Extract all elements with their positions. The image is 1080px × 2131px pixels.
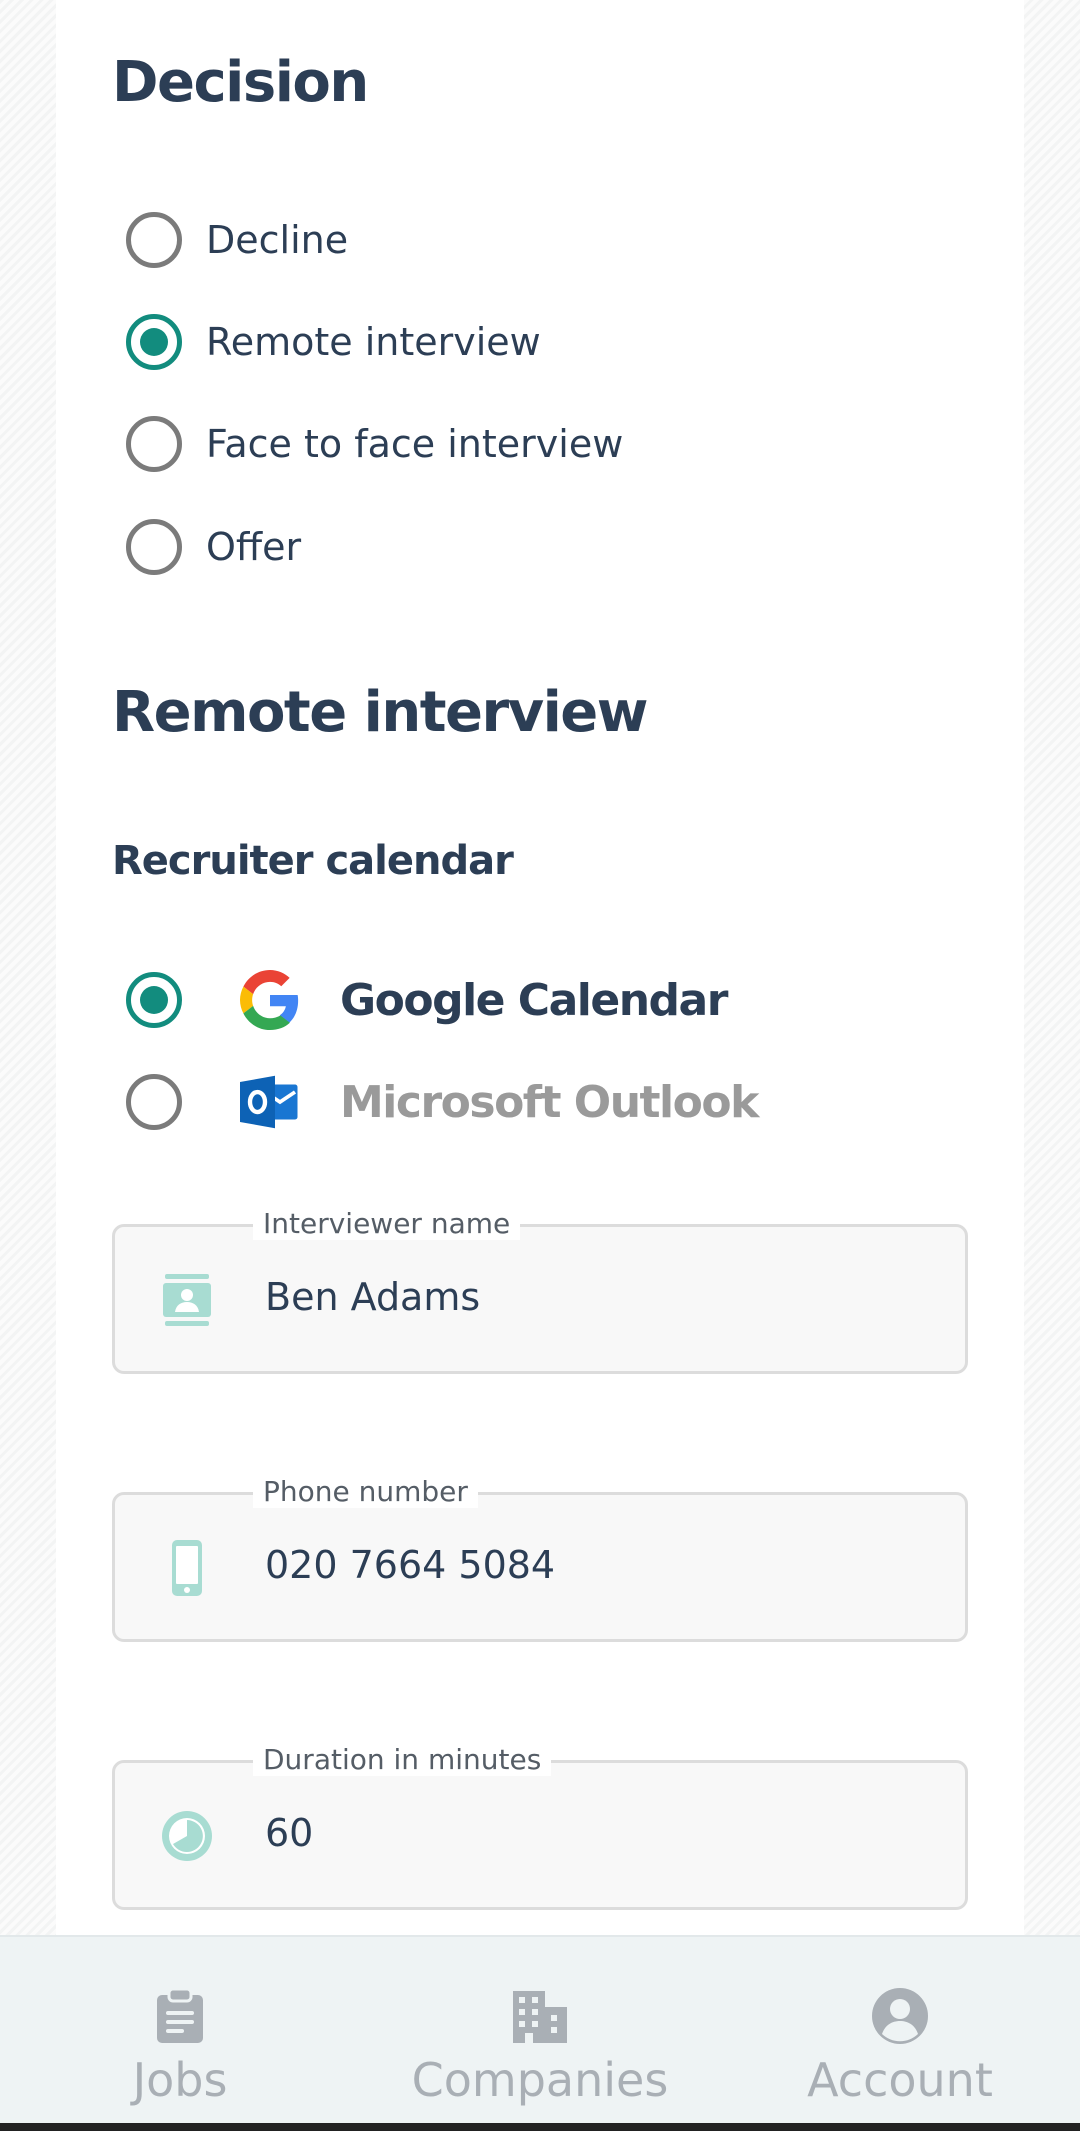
system-gesture-bar: [0, 2123, 1080, 2131]
radio-unchecked[interactable]: [126, 212, 182, 268]
decision-heading: Decision: [112, 50, 369, 115]
duration-field[interactable]: Duration in minutes 60: [112, 1743, 968, 1910]
radio-label: Offer: [206, 525, 302, 569]
field-label: Duration in minutes: [253, 1743, 552, 1776]
clipboard-icon: [157, 1987, 203, 2043]
calendar-option-google[interactable]: Google Calendar: [126, 970, 728, 1030]
nav-label: Jobs: [132, 2053, 228, 2107]
nav-label: Account: [807, 2053, 993, 2107]
field-label: Interviewer name: [253, 1207, 521, 1240]
field-label: Phone number: [253, 1475, 478, 1508]
calendar-option-outlook[interactable]: Microsoft Outlook: [126, 1072, 759, 1132]
radio-unchecked[interactable]: [126, 519, 182, 575]
radio-label: Decline: [206, 218, 349, 262]
radio-unchecked[interactable]: [126, 1074, 182, 1130]
phone-number-field[interactable]: Phone number 020 7664 5084: [112, 1475, 968, 1642]
duration-value[interactable]: 60: [265, 1811, 313, 1855]
decision-option-remote-interview[interactable]: Remote interview: [126, 312, 541, 372]
user-circle-icon: [872, 1988, 928, 2044]
outlook-logo-icon: [240, 1075, 298, 1129]
decision-option-face-to-face[interactable]: Face to face interview: [126, 414, 623, 474]
radio-label: Remote interview: [206, 320, 541, 364]
interviewer-name-field[interactable]: Interviewer name Ben Adams: [112, 1207, 968, 1374]
nav-item-account[interactable]: Account: [750, 1987, 1050, 2107]
radio-unchecked[interactable]: [126, 416, 182, 472]
nav-item-companies[interactable]: Companies: [390, 1987, 690, 2107]
nav-item-jobs[interactable]: Jobs: [30, 1987, 330, 2107]
recruiter-calendar-heading: Recruiter calendar: [112, 838, 514, 884]
mobile-phone-icon: [172, 1540, 202, 1596]
radio-checked[interactable]: [126, 314, 182, 370]
calendar-label: Google Calendar: [340, 974, 728, 1026]
decision-option-offer[interactable]: Offer: [126, 517, 301, 577]
contact-card-icon: [163, 1274, 211, 1326]
calendar-label: Microsoft Outlook: [340, 1076, 759, 1128]
google-logo-icon: [240, 970, 299, 1030]
phone-number-value[interactable]: 020 7664 5084: [265, 1543, 555, 1587]
remote-interview-heading: Remote interview: [112, 680, 649, 745]
decision-option-decline[interactable]: Decline: [126, 210, 348, 270]
building-icon: [513, 1991, 567, 2043]
clock-icon: [162, 1811, 212, 1861]
content-card: [56, 0, 1024, 1935]
nav-label: Companies: [411, 2053, 669, 2107]
radio-checked[interactable]: [126, 972, 182, 1028]
bottom-navigation: Jobs Companies Account: [0, 1935, 1080, 2123]
interviewer-name-value[interactable]: Ben Adams: [265, 1275, 480, 1319]
radio-label: Face to face interview: [206, 422, 624, 466]
